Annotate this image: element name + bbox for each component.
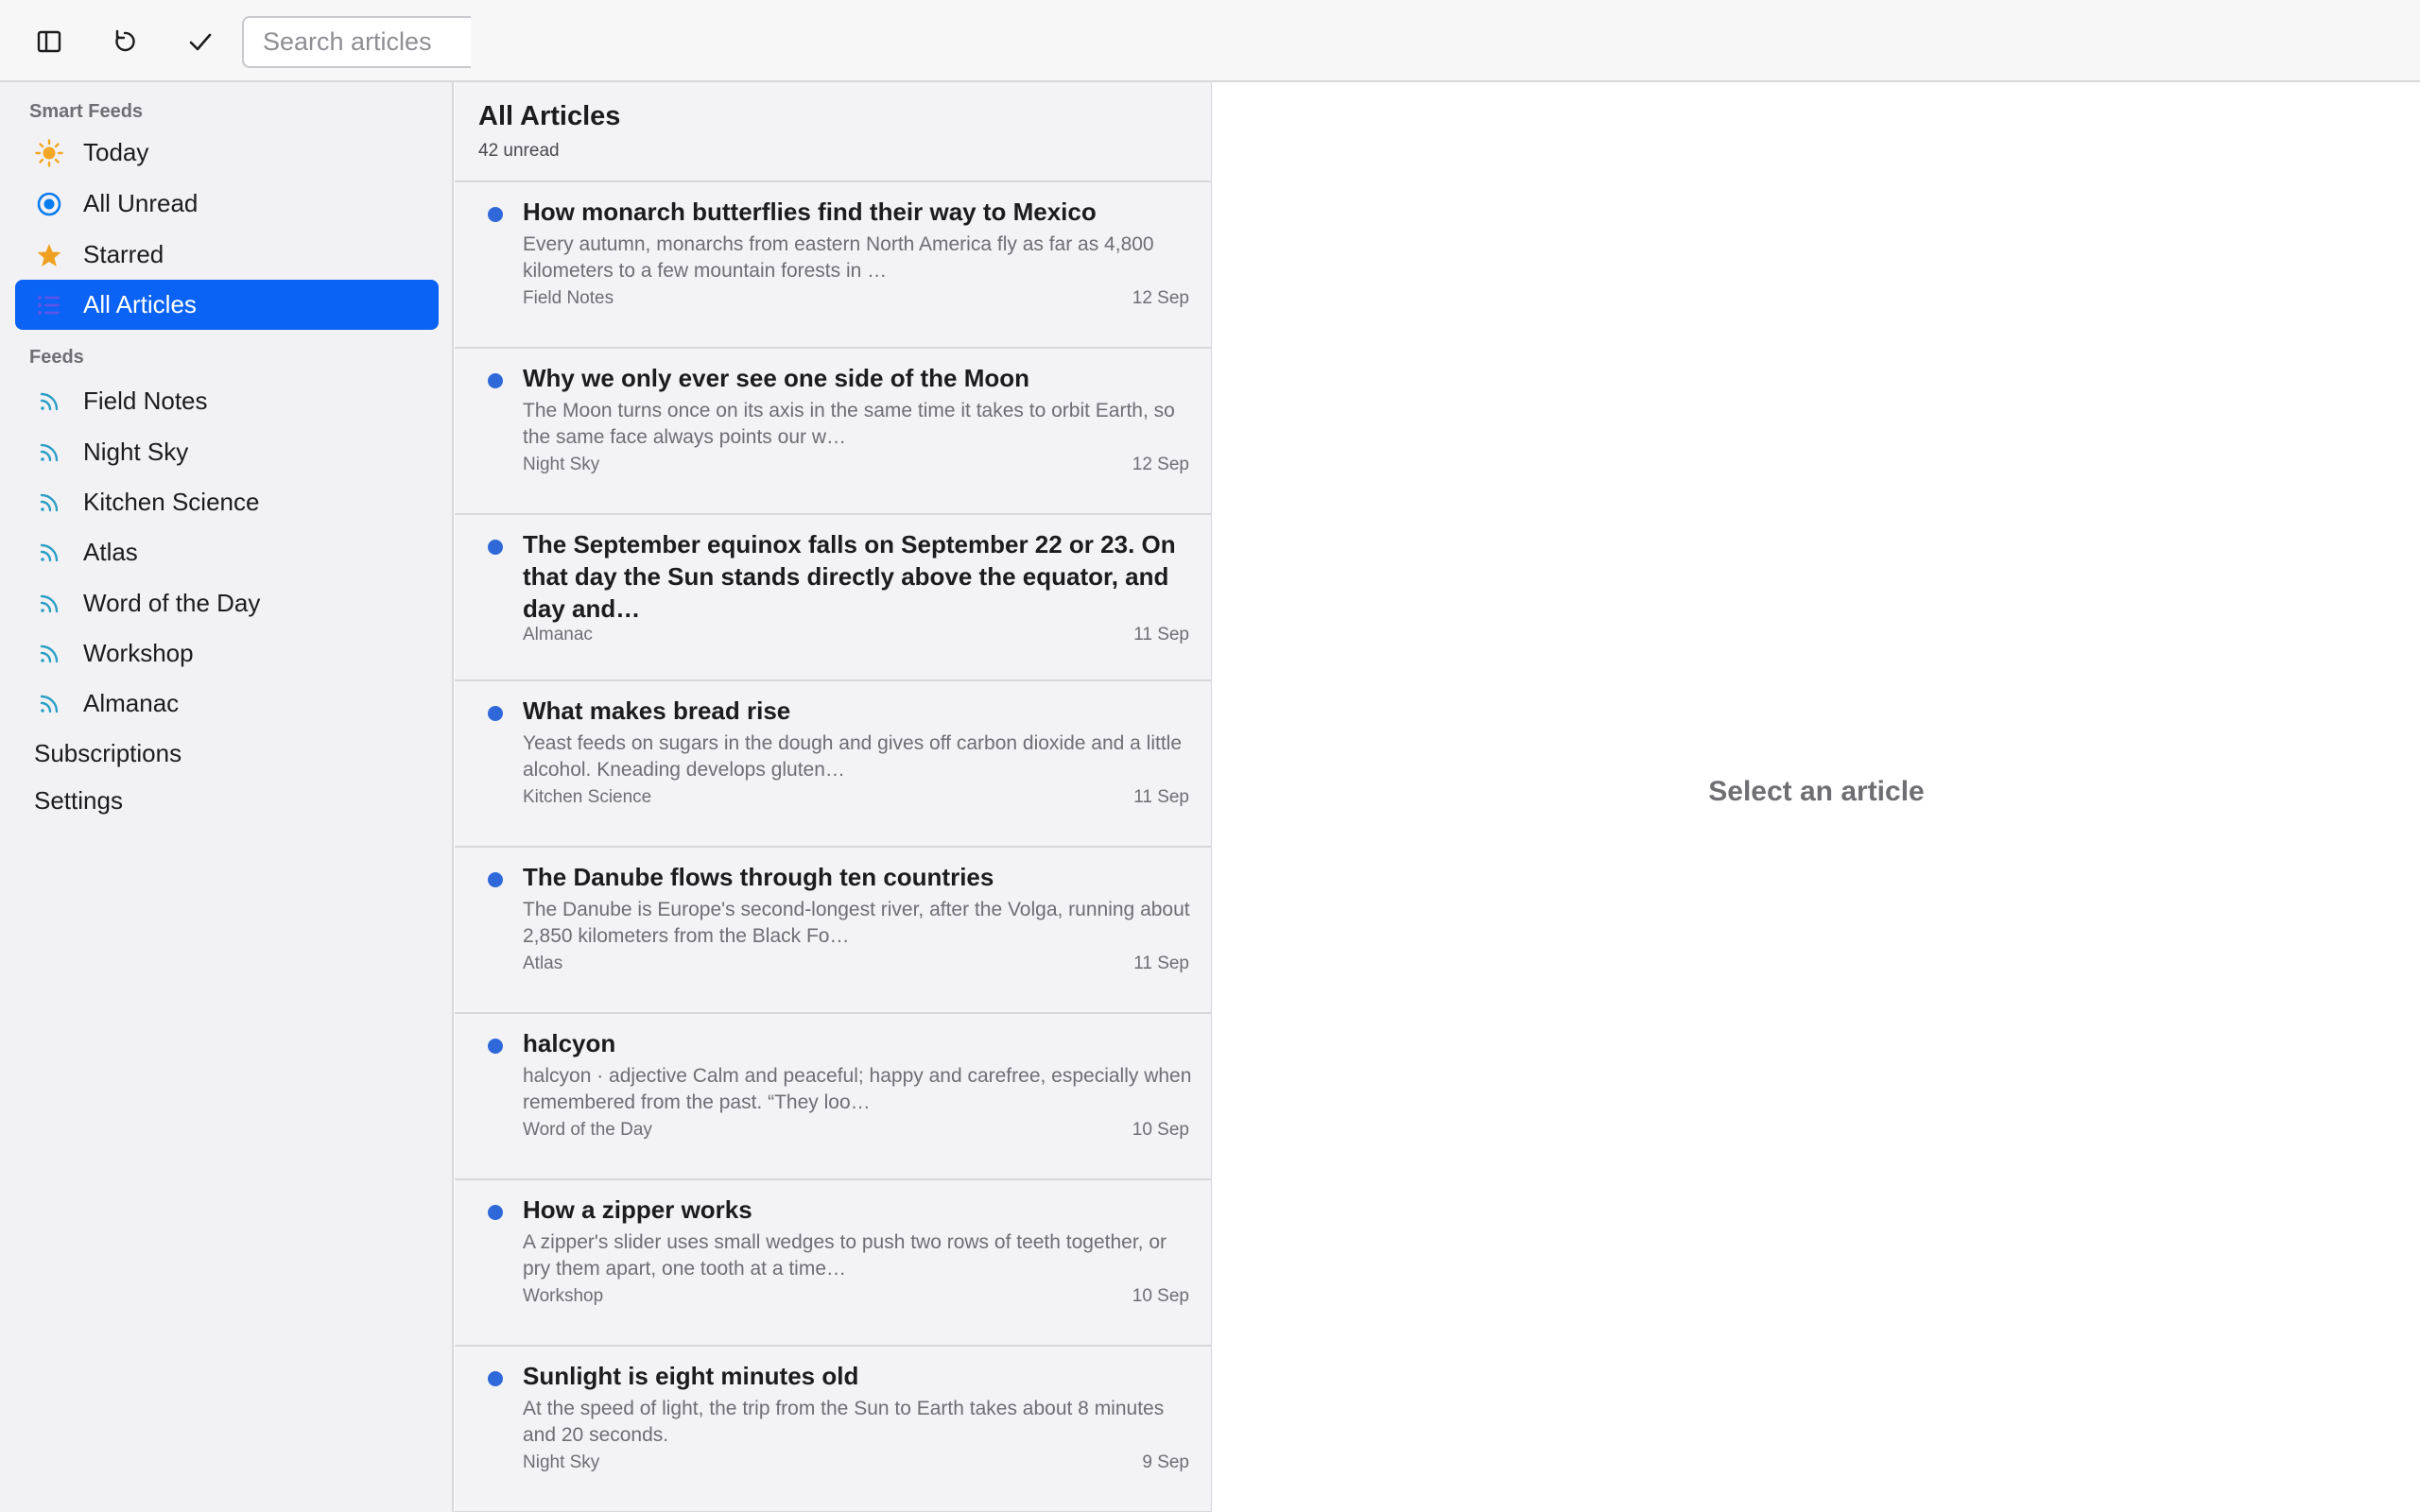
rss-icon [15, 679, 83, 729]
sidebar-item-label: Starred [83, 240, 164, 268]
article-title: The September equinox falls on September… [523, 530, 1176, 623]
article-source: Almanac [523, 625, 593, 644]
list-header: All Articles 42 unread [455, 82, 1211, 182]
article-excerpt: A zipper's slider uses small wedges to p… [523, 1231, 1167, 1280]
unread-dot-icon [488, 540, 503, 555]
article-date: 12 Sep [1132, 455, 1189, 474]
list-title: All Articles [478, 101, 621, 131]
article-row[interactable]: How monarch butterflies find their way t… [455, 182, 1211, 349]
sidebar-item-label: Atlas [83, 538, 138, 566]
toggle-sidebar-button[interactable] [21, 21, 78, 62]
sidebar-item-all-unread[interactable]: All Unread [15, 179, 439, 229]
article-title: halcyon [523, 1029, 616, 1057]
article-row[interactable]: What makes bread rise Yeast feeds on sug… [455, 681, 1211, 848]
article-date: 11 Sep [1133, 954, 1189, 973]
toolbar [0, 0, 2420, 82]
sidebar-item-label: Workshop [83, 639, 194, 667]
sidebar-item-field-notes[interactable]: Field Notes [15, 376, 439, 426]
article-excerpt: Yeast feeds on sugars in the dough and g… [523, 732, 1182, 781]
sun-icon [15, 128, 83, 178]
unread-dot-icon [488, 1205, 503, 1220]
article-date: 11 Sep [1133, 625, 1189, 644]
article-excerpt: At the speed of light, the trip from the… [523, 1398, 1165, 1446]
rss-icon [15, 427, 83, 477]
refresh-icon [115, 29, 135, 52]
sidebar-item-kitchen-science[interactable]: Kitchen Science [15, 477, 439, 527]
article-title: How a zipper works [523, 1195, 752, 1224]
unread-dot-icon [488, 706, 503, 721]
article-excerpt: The Moon turns once on its axis in the s… [523, 400, 1175, 448]
article-row[interactable]: halcyon halcyon · adjective Calm and pea… [455, 1014, 1211, 1180]
smart-feeds-heading: Smart Feeds [29, 101, 144, 122]
unread-dot-icon [488, 373, 503, 388]
article-source: Atlas [523, 954, 563, 973]
article-source: Field Notes [523, 288, 614, 308]
sidebar-item-label: Night Sky [83, 438, 189, 466]
refresh-button[interactable] [96, 21, 153, 62]
sidebar-item-starred[interactable]: Starred [15, 230, 439, 280]
article-date: 10 Sep [1132, 1120, 1189, 1140]
article-date: 10 Sep [1132, 1286, 1189, 1306]
sidebar-item-label: Almanac [83, 689, 180, 717]
mark-all-read-button[interactable] [172, 21, 229, 62]
article-date: 12 Sep [1132, 288, 1189, 308]
article-row[interactable]: How a zipper works A zipper's slider use… [455, 1180, 1211, 1347]
article-title: What makes bread rise [523, 696, 791, 725]
settings-link[interactable]: Settings [34, 786, 123, 816]
article-source: Night Sky [523, 1452, 600, 1472]
rss-icon [15, 527, 83, 577]
article-list: All Articles 42 unread How monarch butte… [455, 82, 1212, 1512]
sidebar-item-today[interactable]: Today [15, 128, 439, 178]
feeds-heading: Feeds [29, 347, 84, 368]
sidebar-item-label: Word of the Day [83, 589, 261, 617]
article-source: Night Sky [523, 455, 600, 474]
article-title: How monarch butterflies find their way t… [523, 198, 1097, 226]
article-source: Kitchen Science [523, 787, 652, 807]
article-source: Workshop [523, 1286, 604, 1306]
article-row[interactable]: The Danube flows through ten countries T… [455, 848, 1211, 1014]
article-title: Sunlight is eight minutes old [523, 1362, 859, 1390]
rss-icon [15, 376, 83, 426]
sidebar-item-workshop[interactable]: Workshop [15, 628, 439, 679]
star-icon [15, 230, 83, 280]
sidebar-item-night-sky[interactable]: Night Sky [15, 427, 439, 477]
unread-circle-icon [15, 179, 83, 229]
sidebar-toggle-icon [37, 30, 61, 53]
empty-state-message: Select an article [1708, 776, 1925, 807]
sidebar-item-all-articles[interactable]: All Articles [15, 280, 439, 330]
article-title: Why we only ever see one side of the Moo… [523, 364, 1029, 392]
unread-dot-icon [488, 207, 503, 222]
sidebar-item-label: Field Notes [83, 387, 208, 415]
sidebar-item-almanac[interactable]: Almanac [15, 679, 439, 729]
article-date: 9 Sep [1142, 1452, 1189, 1472]
sidebar-item-label: Kitchen Science [83, 488, 260, 516]
search-input[interactable] [242, 16, 471, 68]
article-excerpt: The Danube is Europe's second-longest ri… [523, 899, 1190, 947]
unread-dot-icon [488, 1371, 503, 1386]
list-icon [15, 280, 83, 330]
unread-dot-icon [488, 872, 503, 887]
article-row[interactable]: The September equinox falls on September… [455, 515, 1211, 681]
article-excerpt: halcyon · adjective Calm and peaceful; h… [523, 1065, 1192, 1113]
article-row[interactable]: Why we only ever see one side of the Moo… [455, 349, 1211, 515]
article-row[interactable]: Sunlight is eight minutes old At the spe… [455, 1347, 1211, 1512]
sidebar-item-word-of-the-day[interactable]: Word of the Day [15, 578, 439, 628]
sidebar-item-label: All Unread [83, 189, 199, 217]
sidebar-item-atlas[interactable]: Atlas [15, 527, 439, 577]
rss-icon [15, 628, 83, 679]
article-title: The Danube flows through ten countries [523, 863, 994, 891]
checkmark-icon [189, 33, 212, 51]
sidebar: Smart Feeds Today All Unread Starred All… [0, 82, 454, 1512]
rss-icon [15, 477, 83, 527]
unread-dot-icon [488, 1039, 503, 1054]
article-source: Word of the Day [523, 1120, 652, 1140]
article-excerpt: Every autumn, monarchs from eastern Nort… [523, 233, 1154, 282]
unread-count: 42 unread [478, 141, 560, 161]
reader-pane: Select an article [1213, 82, 2420, 1512]
rss-icon [15, 578, 83, 628]
sidebar-item-label: All Articles [83, 290, 197, 318]
sidebar-item-label: Today [83, 138, 149, 166]
article-date: 11 Sep [1133, 787, 1189, 807]
subscriptions-link[interactable]: Subscriptions [34, 739, 182, 768]
